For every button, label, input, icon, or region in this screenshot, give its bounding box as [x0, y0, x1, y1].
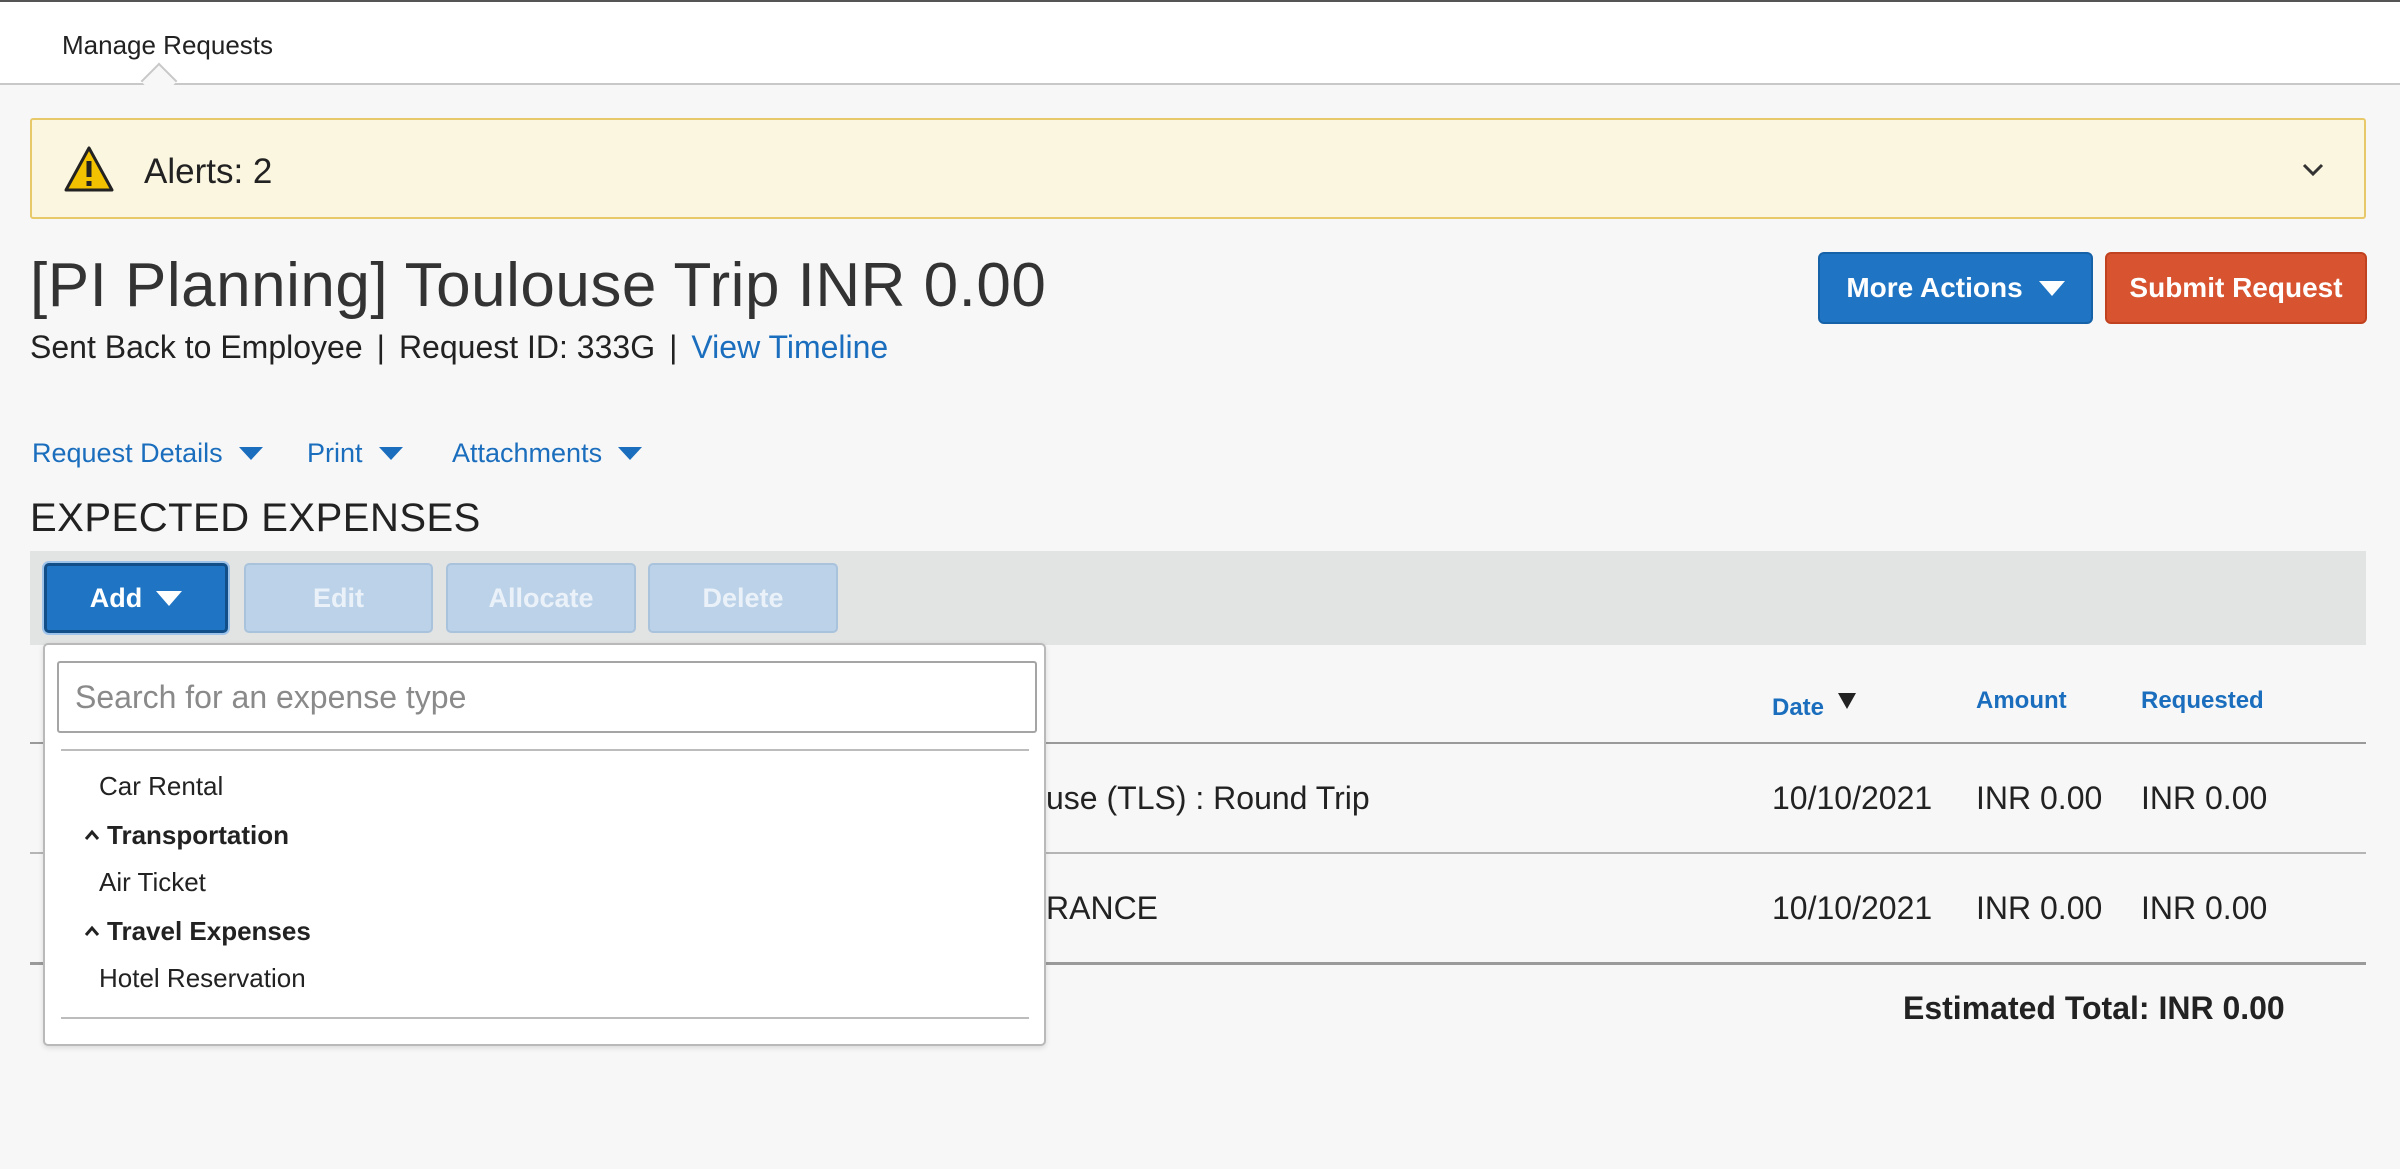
group-transportation[interactable]: Transportation [83, 820, 289, 851]
request-status-line: Sent Back to Employee | Request ID: 333G | V… [30, 329, 888, 366]
page-title: [PI Planning] Toulouse Trip INR 0.00 [30, 251, 1047, 320]
request-id: Request ID: 333G [398, 329, 656, 365]
date-header-label: Date [1772, 694, 1825, 721]
view-timeline-link[interactable]: View Timeline [691, 329, 888, 365]
expense-type-hotel-reservation[interactable]: Hotel Reservation [99, 963, 306, 994]
caret-down-icon [156, 590, 183, 606]
request-details-label: Request Details [32, 438, 223, 468]
allocate-button[interactable]: Allocate [446, 563, 636, 633]
row-1-description[interactable]: use (TLS) : Round Trip [1046, 780, 1370, 817]
tab-manage-requests[interactable]: Manage Requests [62, 30, 273, 61]
estimated-total: Estimated Total: INR 0.00 [1903, 990, 2285, 1026]
alerts-count-label: Alerts: 2 [144, 152, 273, 191]
warning-icon [64, 146, 114, 192]
chevron-up-icon [84, 925, 100, 936]
active-tab-indicator [140, 62, 178, 100]
caret-down-icon [618, 447, 643, 460]
column-header-requested[interactable]: Requested [2141, 687, 2264, 715]
row-1-requested: INR 0.00 [2141, 780, 2268, 816]
more-actions-button[interactable]: More Actions [1818, 252, 2093, 324]
expense-type-search-input[interactable] [57, 661, 1037, 733]
expense-type-air-ticket[interactable]: Air Ticket [99, 867, 206, 898]
submit-request-button[interactable]: Submit Request [2105, 252, 2367, 324]
chevron-down-icon[interactable] [2298, 154, 2328, 184]
more-actions-label: More Actions [1846, 272, 2023, 303]
caret-down-icon [2038, 280, 2065, 296]
group-transportation-label: Transportation [107, 820, 290, 850]
row-2-description[interactable]: RANCE [1046, 890, 1158, 927]
expense-type-car-rental[interactable]: Car Rental [99, 771, 223, 802]
row-2-requested: INR 0.00 [2141, 890, 2268, 926]
submit-request-label: Submit Request [2129, 272, 2343, 303]
column-header-date[interactable]: Date [1772, 693, 1857, 722]
print-label: Print [307, 438, 363, 468]
separator: | [669, 329, 678, 365]
column-header-amount[interactable]: Amount [1976, 687, 2067, 715]
attachments-label: Attachments [452, 438, 603, 468]
top-nav-bar: Manage Requests [0, 0, 2400, 100]
request-details-menu[interactable]: Request Details [32, 438, 263, 469]
chevron-up-icon [84, 829, 100, 840]
alerts-banner[interactable]: Alerts: 2 [30, 118, 2366, 219]
request-status: Sent Back to Employee [30, 329, 363, 365]
sort-desc-icon [1838, 693, 1857, 709]
delete-button[interactable]: Delete [648, 563, 838, 633]
expenses-toolbar: Add Edit Allocate Delete [30, 551, 2366, 645]
dropdown-divider [61, 749, 1029, 751]
dropdown-divider [61, 1017, 1029, 1019]
add-label: Add [89, 582, 143, 613]
row-2-date: 10/10/2021 [1772, 890, 1933, 926]
row-2-amount: INR 0.00 [1976, 890, 2103, 926]
print-menu[interactable]: Print [307, 438, 403, 469]
row-1-date: 10/10/2021 [1772, 780, 1933, 816]
section-title: EXPECTED EXPENSES [30, 496, 481, 540]
expense-type-dropdown: Car Rental Transportation Air Ticket Tra… [43, 643, 1046, 1046]
row-1-amount: INR 0.00 [1976, 780, 2103, 816]
edit-button[interactable]: Edit [244, 563, 433, 633]
group-travel-expenses[interactable]: Travel Expenses [83, 916, 311, 947]
attachments-menu[interactable]: Attachments [452, 438, 643, 469]
separator: | [376, 329, 385, 365]
group-travel-expenses-label: Travel Expenses [107, 916, 311, 946]
caret-down-icon [238, 447, 263, 460]
add-button[interactable]: Add [44, 563, 228, 633]
caret-down-icon [378, 447, 403, 460]
